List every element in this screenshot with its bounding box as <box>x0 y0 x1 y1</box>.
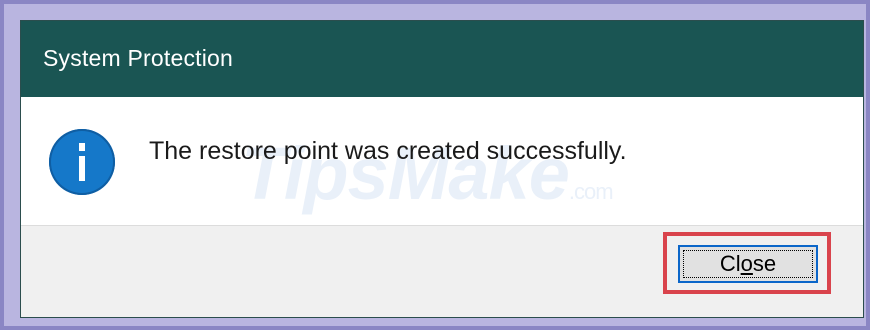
dialog-title: System Protection <box>43 45 234 71</box>
dialog-content: TipsMake.com The restore point was creat… <box>21 97 863 225</box>
close-button[interactable]: Close <box>678 245 818 283</box>
watermark-suffix: .com <box>568 179 614 204</box>
info-icon <box>49 129 115 195</box>
access-key: o <box>740 251 753 276</box>
title-bar: System Protection <box>21 21 863 97</box>
close-button-label: Close <box>719 251 777 276</box>
system-protection-dialog: System Protection TipsMake.com The resto… <box>20 20 864 318</box>
dialog-message: The restore point was created successful… <box>149 137 627 165</box>
